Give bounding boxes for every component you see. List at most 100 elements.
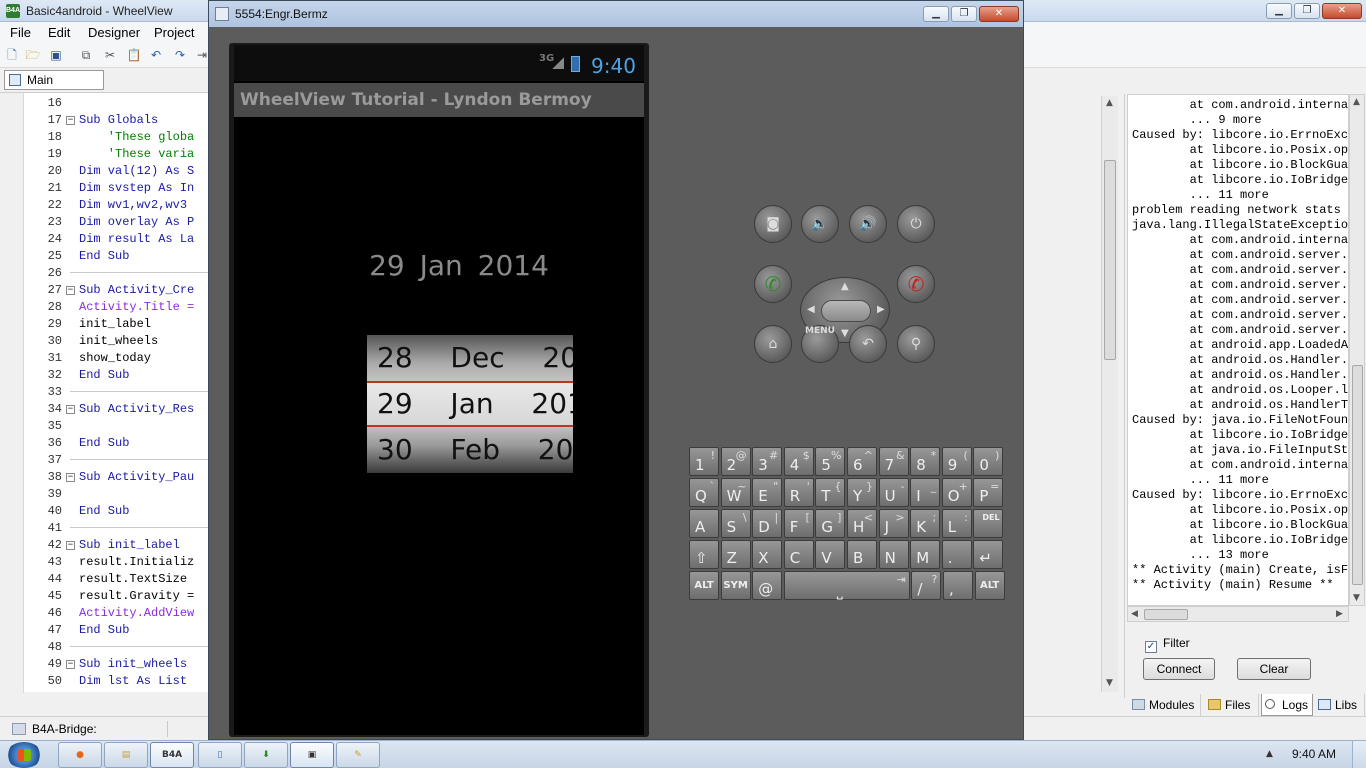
tab-logs[interactable]: Logs [1261, 694, 1313, 716]
code-line[interactable]: 20 Dim val(12) As S [0, 163, 208, 180]
key-3-9[interactable]: ↵ [973, 540, 1004, 569]
fold-toggle-icon[interactable]: − [66, 286, 75, 295]
log-scroll-down-icon[interactable]: ▼ [1353, 593, 1360, 603]
connect-button[interactable]: Connect [1143, 658, 1215, 680]
key-alt-left[interactable]: ALT [689, 571, 719, 600]
home-button[interactable]: ⌂ [754, 325, 792, 363]
code-line[interactable]: 32 End Sub [0, 367, 208, 384]
cut-icon[interactable]: ✂ [102, 47, 118, 63]
volume-down-button[interactable]: 🔈 [801, 205, 839, 243]
start-button[interactable] [6, 742, 42, 768]
key-0-5[interactable]: 6 ^ [847, 447, 877, 476]
code-line[interactable]: 17− Sub Globals [0, 112, 208, 129]
code-line[interactable]: 41 [0, 520, 208, 537]
editor-scroll-thumb[interactable] [1104, 160, 1116, 360]
code-line[interactable]: 28 Activity.Title = [0, 299, 208, 316]
tray-expand-icon[interactable]: ▲ [1266, 749, 1273, 759]
wheel-row-prev[interactable]: 28 Dec 2013 [367, 335, 573, 381]
key-1-1[interactable]: W ~ [720, 478, 751, 507]
key-2-7[interactable]: K; [910, 509, 941, 538]
key-2-0[interactable]: A [689, 509, 719, 538]
undo-icon[interactable]: ↶ [148, 47, 164, 63]
code-line[interactable]: 42− Sub init_label [0, 537, 208, 554]
dpad-up-icon[interactable]: ▲ [841, 281, 849, 292]
key-1-3[interactable]: R ' [783, 478, 814, 507]
save-icon[interactable]: ▣ [48, 47, 64, 63]
code-line[interactable]: 25 End Sub [0, 248, 208, 265]
menu-project[interactable]: Project [154, 25, 194, 40]
phone-screen[interactable]: 3G 9:40 WheelView Tutorial - Lyndon Berm… [234, 45, 644, 735]
code-line[interactable]: 26 [0, 265, 208, 282]
log-output[interactable]: at com.android.internal ... 9 more Caused… [1127, 94, 1349, 606]
key-3-7[interactable]: M [910, 540, 941, 569]
key-2-1[interactable]: S \ [720, 509, 751, 538]
key-1-7[interactable]: I _ [910, 478, 941, 507]
key-1-9[interactable]: P = [973, 478, 1004, 507]
new-file-icon[interactable]: 🗋 [4, 47, 20, 63]
key-1-8[interactable]: O + [941, 478, 972, 507]
key-0-8[interactable]: 9( [941, 447, 972, 476]
code-line[interactable]: 40 End Sub [0, 503, 208, 520]
menu-file[interactable]: File [10, 25, 31, 40]
emulator-minimize-button[interactable]: ▁ [923, 6, 949, 22]
code-line[interactable]: 44 result.TextSize [0, 571, 208, 588]
wheel-row-selected[interactable]: 29 Jan 2014 [367, 381, 573, 427]
maximize-button[interactable]: ❐ [1294, 3, 1320, 19]
key-0-2[interactable]: 3 # [752, 447, 783, 476]
key-2-9[interactable]: DEL [973, 509, 1004, 538]
key-1-6[interactable]: U- [878, 478, 909, 507]
key-3-4[interactable]: V [815, 540, 846, 569]
emulator-maximize-button[interactable]: ❐ [951, 6, 977, 22]
tab-files[interactable]: Files [1205, 694, 1259, 716]
key-3-3[interactable]: C [783, 540, 814, 569]
code-line[interactable]: 31 show_today [0, 350, 208, 367]
code-line[interactable]: 36 End Sub [0, 435, 208, 452]
log-scroll-up-icon[interactable]: ▲ [1353, 97, 1360, 107]
tab-modules[interactable]: Modules [1129, 694, 1201, 716]
log-vertical-scrollbar[interactable]: ▲ ▼ [1349, 94, 1365, 606]
log-hscroll-thumb[interactable] [1144, 609, 1188, 620]
key-2-2[interactable]: D | [752, 509, 783, 538]
code-editor[interactable]: 16 17− Sub Globals 18 'These globa 19 'These… [0, 92, 208, 693]
scroll-up-icon[interactable]: ▲ [1106, 98, 1113, 108]
code-line[interactable]: 39 [0, 486, 208, 503]
emulator-close-button[interactable]: ✕ [979, 6, 1019, 22]
code-line[interactable]: 18 'These globa [0, 129, 208, 146]
camera-button[interactable]: ◙ [754, 205, 792, 243]
taskbar-b4a[interactable]: B4A [150, 742, 194, 768]
code-line[interactable]: 35 [0, 418, 208, 435]
code-line[interactable]: 29 init_label [0, 316, 208, 333]
key-2-4[interactable]: G] [815, 509, 846, 538]
code-line[interactable]: 50 Dim lst As List [0, 673, 208, 690]
key-3-0[interactable]: ⇧ [689, 540, 719, 569]
tab-libs[interactable]: Libs [1315, 694, 1365, 716]
menu-button[interactable]: MENU [801, 325, 839, 363]
dpad-down-icon[interactable]: ▼ [841, 328, 849, 339]
code-line[interactable]: 46 Activity.AddView [0, 605, 208, 622]
code-line[interactable]: 30 init_wheels [0, 333, 208, 350]
fold-toggle-icon[interactable]: − [66, 541, 75, 550]
wheel-row-next[interactable]: 30 Feb 2015 [367, 427, 573, 473]
code-line[interactable]: 19 'These varia [0, 146, 208, 163]
key-0-7[interactable]: 8 * [910, 447, 941, 476]
open-folder-icon[interactable]: 🗁 [25, 47, 41, 63]
code-line[interactable]: 33 [0, 384, 208, 401]
paste-icon[interactable]: 📋 [126, 47, 142, 63]
key-2-8[interactable]: L: [941, 509, 972, 538]
taskbar-clock[interactable]: 9:40 AM [1292, 747, 1336, 761]
key-slash[interactable]: /? [911, 571, 942, 600]
module-tab-main[interactable]: Main [4, 70, 104, 90]
code-line[interactable]: 22 Dim wv1,wv2,wv3 [0, 197, 208, 214]
editor-scrollbar[interactable]: ▲ ▼ [1101, 96, 1118, 692]
key-2-6[interactable]: J > [878, 509, 909, 538]
key-3-2[interactable]: X [752, 540, 783, 569]
close-button[interactable]: ✕ [1322, 3, 1362, 19]
call-button[interactable]: ✆ [754, 265, 792, 303]
code-line[interactable]: 21 Dim svstep As In [0, 180, 208, 197]
key-0-4[interactable]: 5% [815, 447, 846, 476]
fold-toggle-icon[interactable]: − [66, 405, 75, 414]
log-scroll-left-icon[interactable]: ◀ [1131, 609, 1138, 619]
log-vscroll-thumb[interactable] [1352, 365, 1363, 585]
fold-toggle-icon[interactable]: − [66, 116, 75, 125]
key-0-3[interactable]: 4 $ [783, 447, 814, 476]
